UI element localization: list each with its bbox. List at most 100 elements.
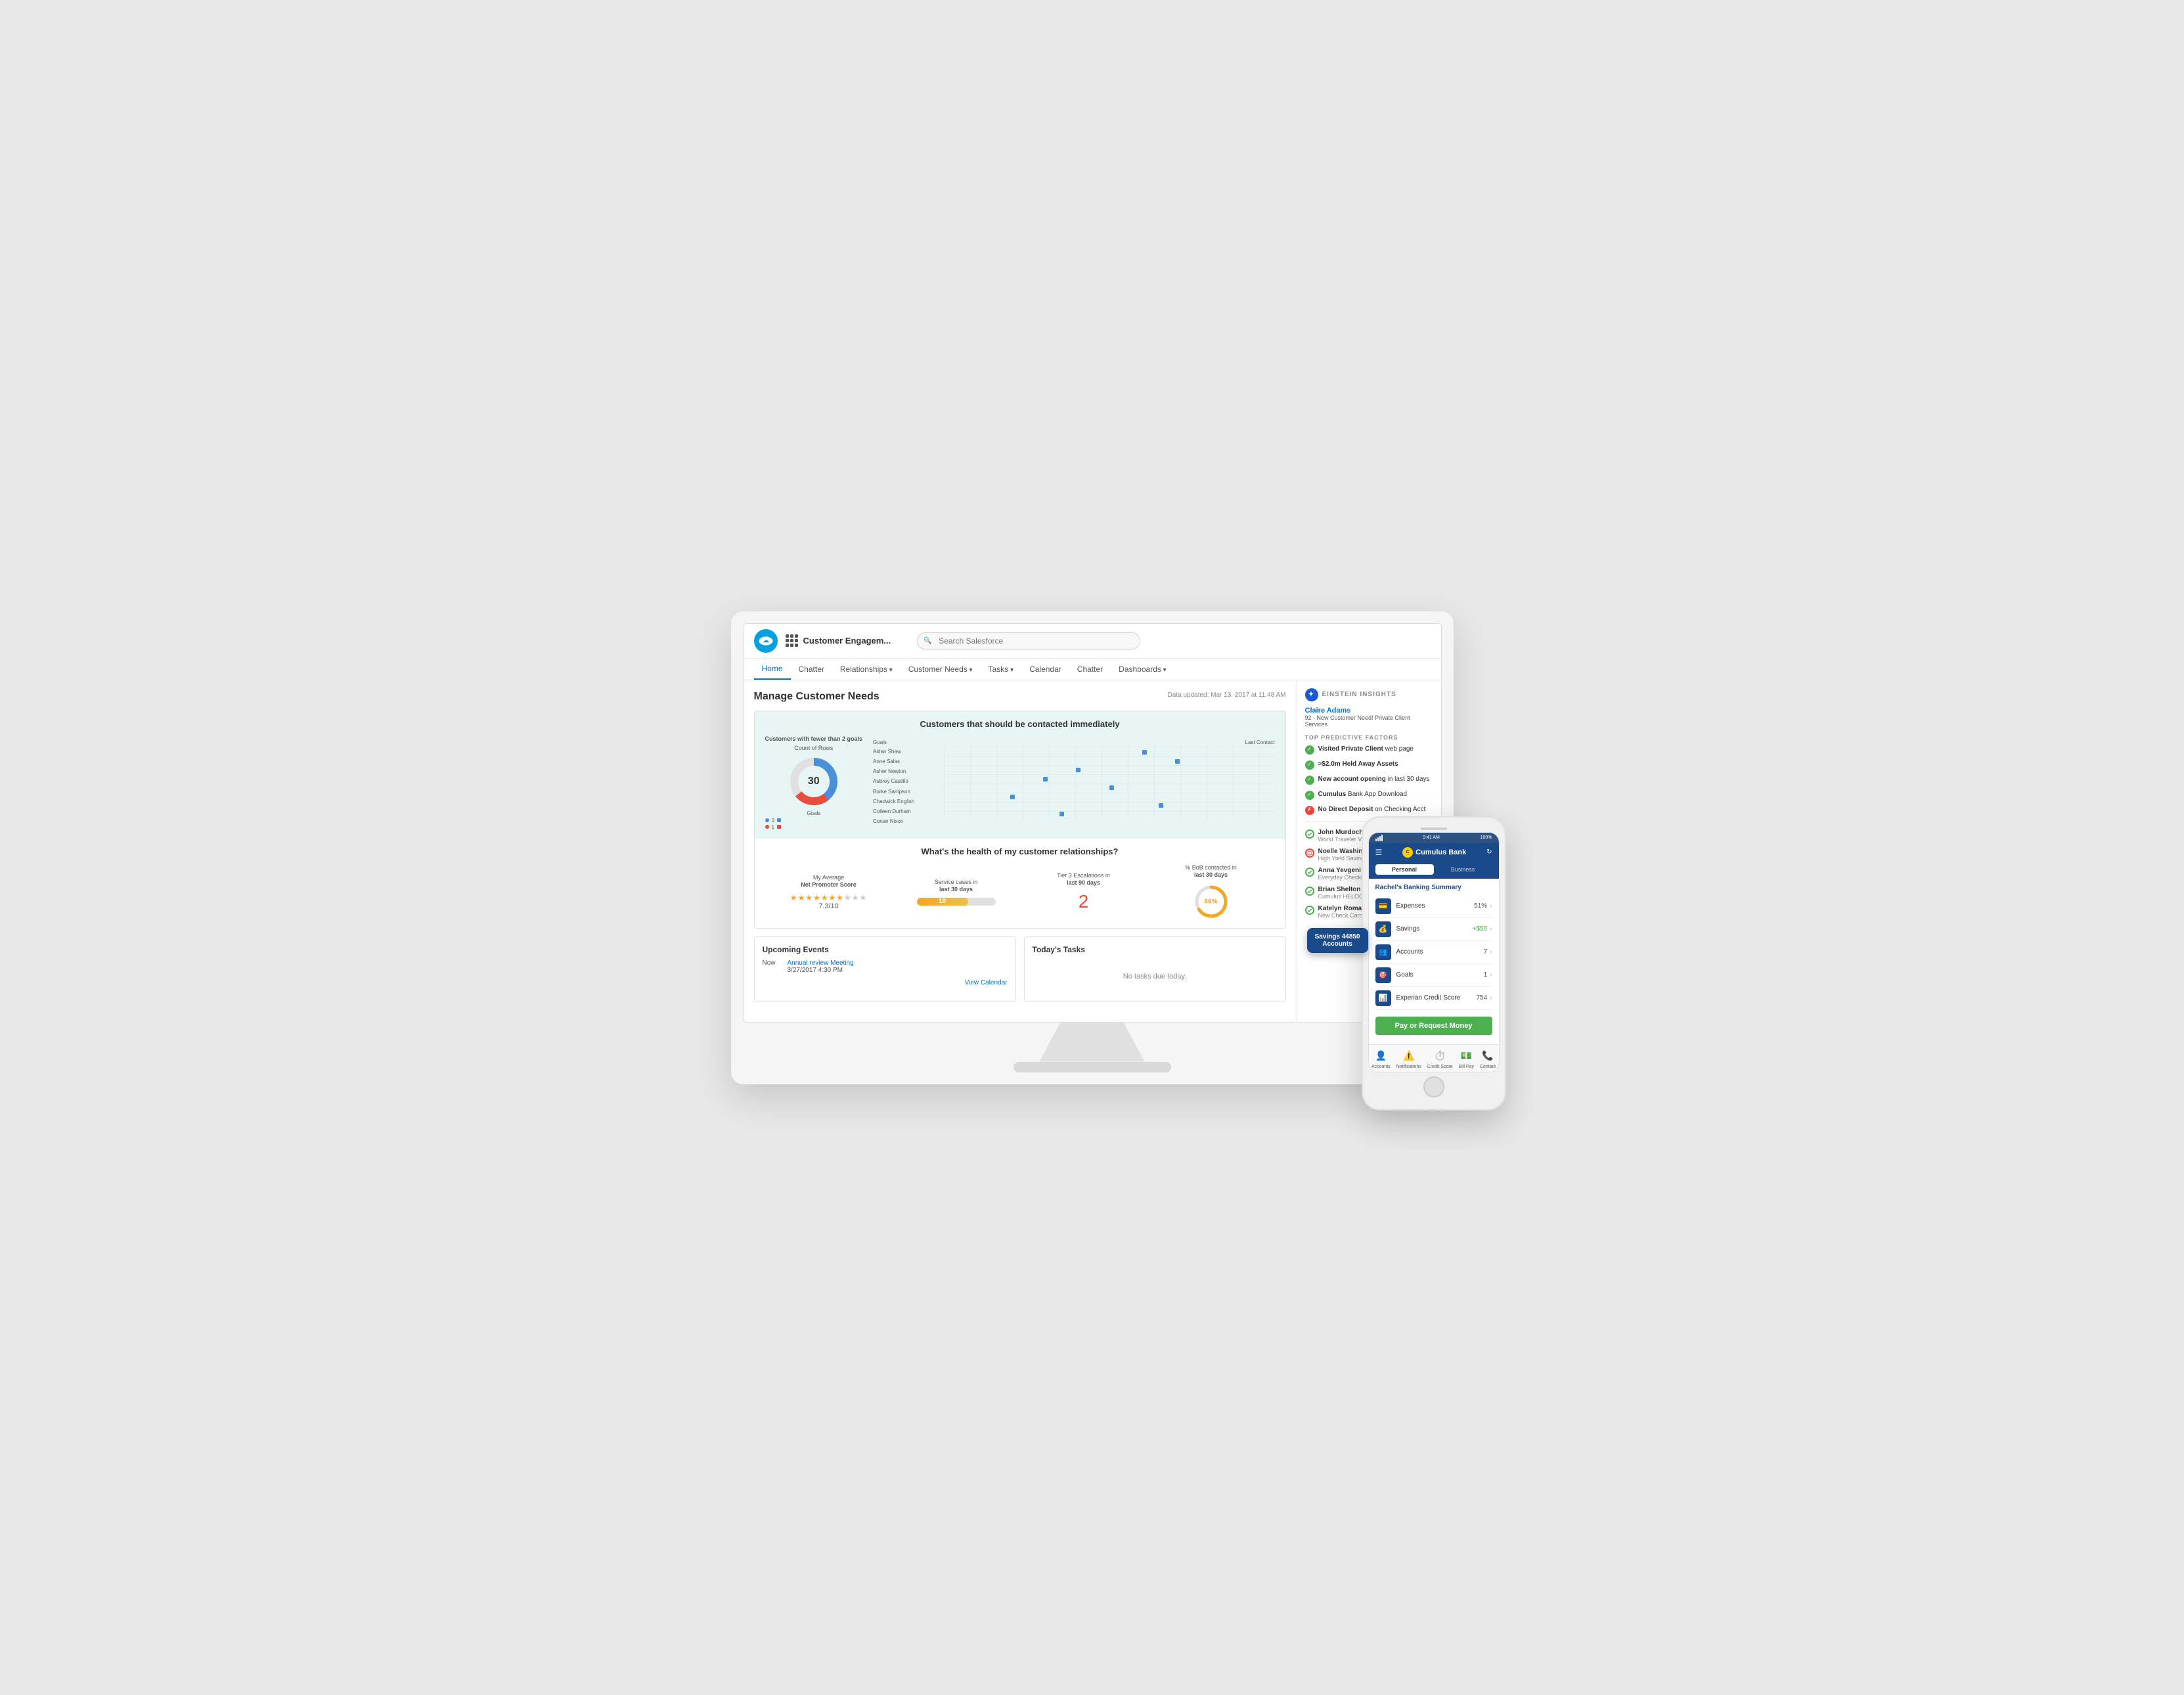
factor-2-text: >$2.0m Held Away Assets (1318, 760, 1398, 768)
credit-label: Experian Credit Score (1396, 994, 1477, 1002)
phone-row-expenses[interactable]: 💳 Expenses 51% › (1375, 895, 1492, 918)
menu-item-home[interactable]: Home (754, 659, 791, 680)
main-panel: Manage Customer Needs Data updated: Mar … (744, 680, 1297, 1022)
scatter-name-1: Aidan Shaw (873, 747, 939, 757)
expenses-icon: 💳 (1375, 898, 1391, 914)
goals-value: 1 (1484, 971, 1488, 979)
events-title: Upcoming Events (763, 945, 1008, 954)
donut-label: Customers with fewer than 2 goals (765, 736, 863, 742)
grid-icon[interactable] (786, 634, 798, 647)
health-section: What's the health of my customer relatio… (755, 839, 1285, 928)
phone-header: ☰ C Cumulus Bank ↻ (1369, 843, 1499, 862)
claire-sub-text: New Customer Need! Private Client Servic… (1305, 715, 1410, 728)
phone-row-goals[interactable]: 🎯 Goals 1 › (1375, 964, 1492, 987)
home-button[interactable] (1423, 1076, 1444, 1097)
phone-notch-inner (1421, 827, 1447, 830)
menu-item-calendar[interactable]: Calendar (1021, 659, 1069, 679)
hamburger-icon[interactable]: ☰ (1375, 848, 1383, 857)
accounts-label: Accounts (1396, 948, 1484, 956)
factor-1-icon: ✓ (1305, 745, 1314, 755)
credit-footer-icon: ⏱️ (1433, 1049, 1447, 1063)
phone-battery: 100% (1481, 835, 1492, 840)
credit-value: 754 (1476, 994, 1487, 1002)
footer-accounts-label: Accounts (1371, 1065, 1391, 1069)
goals-icon: 🎯 (1375, 967, 1391, 983)
scatter-chart-section: Goals Last Contact Aidan Shaw Anne S (873, 739, 1274, 827)
donut-legend: Goals 0 (765, 810, 863, 830)
metric-cases-label: Service cases inlast 30 days (893, 879, 1020, 894)
accounts-arrow: › (1490, 948, 1492, 956)
menu-item-tasks[interactable]: Tasks (981, 659, 1022, 679)
footer-notifications[interactable]: ⚠️ Notifications (1396, 1049, 1421, 1069)
cases-label: 10 (917, 898, 968, 906)
menu-item-chatter2[interactable]: Chatter (1069, 659, 1111, 679)
bank-name: Cumulus Bank (1415, 848, 1466, 856)
search-input[interactable] (917, 632, 1140, 649)
credit-icon: 📊 (1375, 990, 1391, 1006)
event-date: 3/27/2017 4:30 PM (788, 967, 854, 974)
footer-credit[interactable]: ⏱️ Credit Score (1427, 1049, 1453, 1069)
scatter-name-8: Conan Nixon (873, 816, 939, 826)
nps-score: 7.3/10 (765, 902, 893, 910)
footer-accounts[interactable]: 👤 Accounts (1371, 1049, 1391, 1069)
monitor: ☁ Customer Engagem... (731, 611, 1454, 1084)
bob-gauge: 66% (1193, 883, 1230, 920)
event-row: Now Annual review Meeting 3/27/2017 4:30… (763, 959, 1008, 974)
metric-bob: % BoB contacted inlast 30 days 66% (1148, 864, 1275, 920)
accounts-value: 7 (1484, 948, 1488, 956)
salesforce-logo: ☁ (754, 629, 778, 653)
footer-contact[interactable]: 📞 Contact (1480, 1049, 1496, 1069)
no-tasks-message: No tasks due today. (1033, 959, 1278, 994)
contact-john-check (1305, 829, 1314, 839)
summary-title: Rachel's Banking Summary (1375, 884, 1492, 891)
phone-footer: 👤 Accounts ⚠️ Notifications ⏱️ Credit Sc… (1369, 1044, 1499, 1072)
menu-item-chatter[interactable]: Chatter (791, 659, 832, 679)
dashboard-card: Customers that should be contacted immed… (754, 711, 1286, 929)
contact-noelle-check (1305, 848, 1314, 858)
nps-stars: ★★★★★★★★★★ (765, 893, 893, 902)
scatter-dot-5 (1109, 785, 1114, 790)
event-link[interactable]: Annual review Meeting (788, 959, 854, 967)
footer-contact-label: Contact (1480, 1065, 1496, 1069)
view-calendar-link[interactable]: View Calendar (763, 979, 1008, 986)
claire-name[interactable]: Claire Adams (1305, 707, 1433, 715)
scatter-name-7: Colleen Durham (873, 806, 939, 816)
scatter-grid (944, 747, 1274, 820)
factor-5-text: No Direct Deposit on Checking Acct (1318, 805, 1426, 814)
factor-2-icon: ✓ (1305, 760, 1314, 770)
cases-progress-fill: 10 (917, 898, 968, 906)
billpay-footer-icon: 💵 (1459, 1049, 1473, 1063)
phone-row-savings[interactable]: 💰 Savings +$50 › (1375, 918, 1492, 941)
menu-item-dashboards[interactable]: Dashboards (1111, 659, 1174, 679)
tasks-title: Today's Tasks (1033, 945, 1278, 954)
svg-text:☁: ☁ (763, 637, 769, 644)
salesforce-nav: ☁ Customer Engagem... (744, 624, 1441, 680)
factor-3-icon: ✓ (1305, 776, 1314, 785)
contact-katelyn-check (1305, 906, 1314, 915)
menu-item-customer-needs[interactable]: Customer Needs (901, 659, 981, 679)
einstein-header: ✦ EINSTEIN INSIGHTS (1305, 688, 1433, 701)
footer-billpay-label: Bill Pay (1459, 1065, 1474, 1069)
factor-5-icon: ✗ (1305, 806, 1314, 815)
footer-billpay[interactable]: 💵 Bill Pay (1459, 1049, 1474, 1069)
metric-bob-label: % BoB contacted inlast 30 days (1148, 864, 1275, 879)
phone-row-accounts[interactable]: 👥 Accounts 7 › (1375, 941, 1492, 964)
tab-switch: Personal Business (1369, 862, 1499, 879)
tab-business[interactable]: Business (1434, 864, 1492, 875)
legend-0: 0 (772, 818, 774, 824)
menu-item-relationships[interactable]: Relationships (832, 659, 901, 679)
donut-sublabel: Count of Rows (765, 745, 863, 751)
search-bar[interactable] (917, 632, 1140, 649)
pay-button[interactable]: Pay or Request Money (1375, 1017, 1492, 1035)
factor-4: ✓ Cumulus Bank App Download (1305, 790, 1433, 800)
metric-escalations: Tier 3 Escalations inlast 90 days 2 (1020, 872, 1148, 912)
factor-4-icon: ✓ (1305, 791, 1314, 800)
donut-chart-section: Customers with fewer than 2 goals Count … (765, 736, 863, 831)
claire-score: 92 (1305, 715, 1312, 721)
savings-bubble: Savings 44850 Accounts (1307, 928, 1368, 953)
refresh-icon[interactable]: ↻ (1486, 848, 1492, 856)
factor-2: ✓ >$2.0m Held Away Assets (1305, 760, 1433, 770)
scatter-name-3: Asher Newton (873, 766, 939, 776)
phone-row-credit[interactable]: 📊 Experian Credit Score 754 › (1375, 987, 1492, 1010)
tab-personal[interactable]: Personal (1375, 864, 1434, 875)
